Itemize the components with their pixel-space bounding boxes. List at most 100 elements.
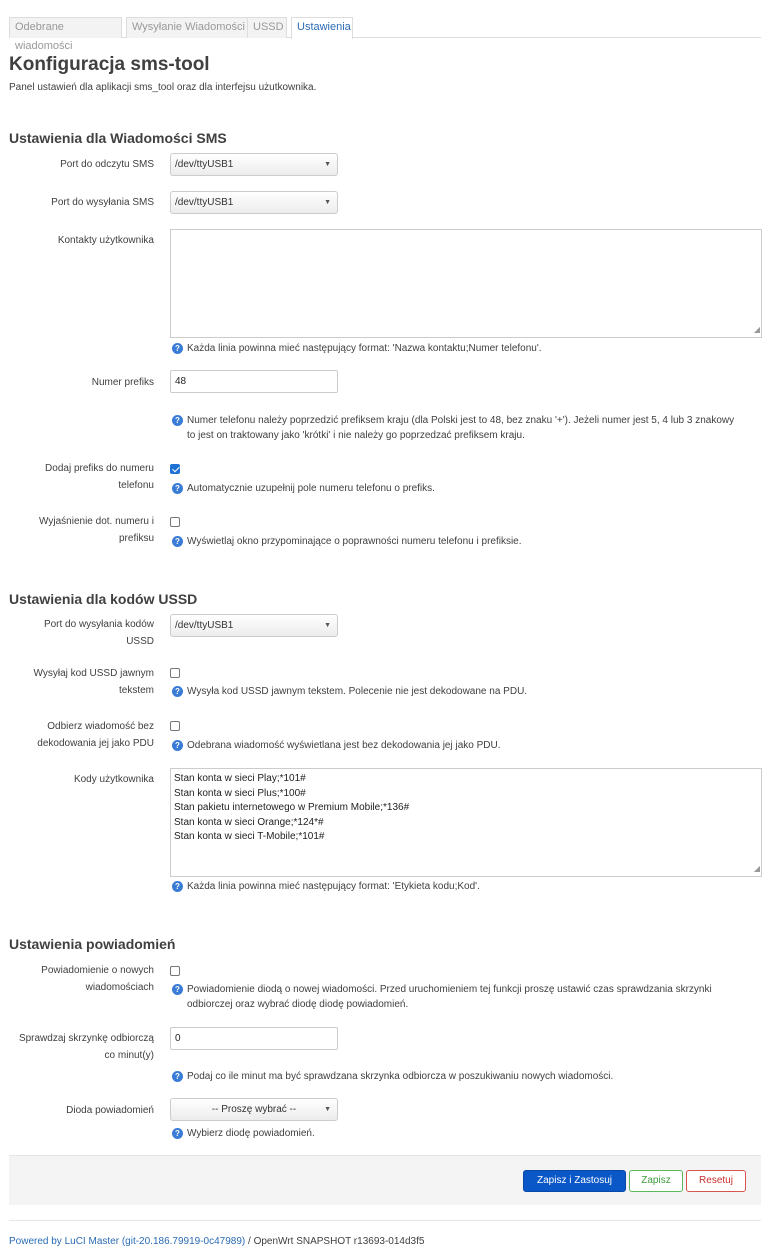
ussd-code-line: Stan pakietu internetowego w Premium Mob… xyxy=(174,802,410,813)
ussd-port-label-line2: USSD xyxy=(126,636,154,647)
ussd-plain-label-line2: tekstem xyxy=(118,685,154,696)
ussd-code-line: Stan konta w sieci Orange;*124*# xyxy=(174,816,324,828)
tab-settings[interactable]: Ustawienia xyxy=(291,17,353,39)
read-port-value: /dev/ttyUSB1 xyxy=(175,159,234,170)
ussd-codes-label: Kody użytkownika xyxy=(73,774,154,785)
tab-send-messages[interactable]: Wysyłanie Wiadomości xyxy=(126,17,253,38)
ussd-codes-help: ? Każda linia powinna mieć następujący f… xyxy=(172,879,480,894)
prefix-input[interactable]: 48 xyxy=(170,370,338,393)
ussd-plain-help-text: Wysyła kod USSD jawnym tekstem. Poleceni… xyxy=(187,686,528,697)
contacts-help: ? Każda linia powinna mieć następujący f… xyxy=(172,341,542,356)
ussd-codes-help-text: Każda linia powinna mieć następujący for… xyxy=(187,881,480,892)
ussd-nodecode-label-line1: Odbierz wiadomość bez xyxy=(47,721,154,732)
explain-help-text: Wyświetlaj okno przypominające o poprawn… xyxy=(187,536,522,547)
read-port-label: Port do odczytu SMS xyxy=(60,159,154,170)
explain-checkbox[interactable] xyxy=(170,517,180,527)
interval-help: ? Podaj co ile minut ma być sprawdzana s… xyxy=(172,1069,613,1084)
interval-help-text: Podaj co ile minut ma być sprawdzana skr… xyxy=(187,1071,614,1082)
help-icon: ? xyxy=(172,740,183,751)
action-bar: Zapisz i Zastosuj Zapisz Resetuj xyxy=(9,1155,761,1205)
send-port-value: /dev/ttyUSB1 xyxy=(175,197,234,208)
led-label: Dioda powiadomień xyxy=(66,1105,154,1116)
ussd-codes-textarea[interactable]: Stan konta w sieci Play;*101# Stan konta… xyxy=(170,768,762,877)
send-port-label: Port do wysyłania SMS xyxy=(51,197,154,208)
notify-new-label-line2: wiadomościach xyxy=(85,982,154,993)
led-help-text: Wybierz diodę powiadomień. xyxy=(187,1128,315,1139)
ussd-port-label-line1: Port do wysyłania kodów xyxy=(43,619,154,630)
luci-link[interactable]: Powered by LuCI Master (git-20.186.79919… xyxy=(9,1236,245,1247)
ussd-nodecode-help: ? Odebrana wiadomość wyświetlana jest be… xyxy=(172,738,501,753)
save-button[interactable]: Zapisz xyxy=(629,1170,683,1192)
ussd-port-label: Port do wysyłania kodów USSD xyxy=(9,616,154,650)
add-prefix-checkbox[interactable] xyxy=(170,464,180,474)
led-value: -- Proszę wybrać -- xyxy=(211,1104,297,1115)
help-icon: ? xyxy=(172,536,183,547)
ussd-plain-help: ? Wysyła kod USSD jawnym tekstem. Polece… xyxy=(172,684,527,699)
ussd-plain-label-line1: Wysyłaj kod USSD jawnym xyxy=(33,668,155,679)
footer-version: / OpenWrt SNAPSHOT r13693-014d3f5 xyxy=(245,1236,425,1247)
section-heading-notifications: Ustawienia powiadomień xyxy=(9,936,176,952)
ussd-nodecode-label-line2: dekodowania jej jako PDU xyxy=(37,738,154,749)
help-icon: ? xyxy=(172,1128,183,1139)
help-icon: ? xyxy=(172,343,183,354)
ussd-code-line: Stan konta w sieci Plus;*100# xyxy=(174,787,306,799)
help-icon: ? xyxy=(172,483,183,494)
chevron-down-icon: ▼ xyxy=(324,622,331,629)
resize-handle-icon[interactable]: ◢ xyxy=(754,862,760,877)
send-port-select[interactable]: /dev/ttyUSB1 ▼ xyxy=(170,191,338,214)
footer-divider xyxy=(9,1220,761,1221)
read-port-select[interactable]: /dev/ttyUSB1 ▼ xyxy=(170,153,338,176)
ussd-plain-label: Wysyłaj kod USSD jawnym tekstem xyxy=(9,665,155,699)
help-icon: ? xyxy=(172,984,183,995)
led-select[interactable]: -- Proszę wybrać -- ▼ xyxy=(170,1098,338,1121)
notify-new-label: Powiadomienie o nowych wiadomościach xyxy=(9,962,154,996)
ussd-nodecode-help-text: Odebrana wiadomość wyświetlana jest bez … xyxy=(187,740,501,751)
chevron-down-icon: ▼ xyxy=(324,199,331,206)
help-icon: ? xyxy=(172,881,183,892)
interval-label-line2: co minut(y) xyxy=(104,1050,154,1061)
prefix-help-line1: Numer telefonu należy poprzedzić prefiks… xyxy=(187,415,735,426)
interval-label-line1: Sprawdzaj skrzynkę odbiorczą xyxy=(18,1033,154,1044)
notify-new-checkbox[interactable] xyxy=(170,966,180,976)
interval-input[interactable]: 0 xyxy=(170,1027,338,1050)
interval-label: Sprawdzaj skrzynkę odbiorczą co minut(y) xyxy=(9,1030,154,1064)
contacts-label: Kontakty użytkownika xyxy=(57,235,154,246)
add-prefix-label: Dodaj prefiks do numeru telefonu xyxy=(9,460,154,494)
contacts-textarea[interactable]: ◢ xyxy=(170,229,762,338)
add-prefix-label-line2: telefonu xyxy=(118,480,154,491)
chevron-down-icon: ▼ xyxy=(324,1106,331,1113)
add-prefix-help-text: Automatycznie uzupełnij pole numeru tele… xyxy=(187,483,435,494)
notify-new-help-line1: Powiadomienie diodą o nowej wiadomości. … xyxy=(187,984,712,995)
chevron-down-icon: ▼ xyxy=(324,161,331,168)
explain-label-line2: prefiksu xyxy=(118,533,154,544)
ussd-plain-checkbox[interactable] xyxy=(170,668,180,678)
save-apply-button[interactable]: Zapisz i Zastosuj xyxy=(523,1170,626,1192)
help-icon: ? xyxy=(172,415,183,426)
notify-new-help-line2: odbiorczej oraz wybrać diodę diodę powia… xyxy=(187,999,409,1010)
section-heading-sms: Ustawienia dla Wiadomości SMS xyxy=(9,130,227,146)
ussd-nodecode-label: Odbierz wiadomość bez dekodowania jej ja… xyxy=(9,718,154,752)
ussd-port-value: /dev/ttyUSB1 xyxy=(175,620,234,631)
add-prefix-label-line1: Dodaj prefiks do numeru xyxy=(45,463,154,474)
footer: Powered by LuCI Master (git-20.186.79919… xyxy=(9,1236,424,1247)
tab-received-messages[interactable]: Odebrane wiadomości xyxy=(9,17,122,52)
prefix-help-line2: to jest on traktowany jako 'krótki' i ni… xyxy=(187,430,525,441)
ussd-code-line: Stan konta w sieci Play;*101# xyxy=(174,773,306,784)
section-heading-ussd: Ustawienia dla kodów USSD xyxy=(9,591,198,607)
ussd-port-select[interactable]: /dev/ttyUSB1 ▼ xyxy=(170,614,338,637)
notify-new-label-line1: Powiadomienie o nowych xyxy=(41,965,154,976)
page-subtitle: Panel ustawień dla aplikacji sms_tool or… xyxy=(9,82,317,93)
page-title: Konfiguracja sms-tool xyxy=(9,54,210,75)
contacts-help-text: Każda linia powinna mieć następujący for… xyxy=(187,343,542,354)
tab-bar: Odebrane wiadomości Wysyłanie Wiadomości… xyxy=(9,17,761,52)
explain-label: Wyjaśnienie dot. numeru i prefiksu xyxy=(9,513,154,547)
explain-help: ? Wyświetlaj okno przypominające o popra… xyxy=(172,534,522,549)
ussd-nodecode-checkbox[interactable] xyxy=(170,721,180,731)
prefix-label: Numer prefiks xyxy=(91,377,154,388)
ussd-code-line: Stan konta w sieci T-Mobile;*101# xyxy=(174,831,325,842)
resize-handle-icon[interactable]: ◢ xyxy=(754,323,760,338)
tab-ussd[interactable]: USSD xyxy=(247,17,287,38)
led-help: ? Wybierz diodę powiadomień. xyxy=(172,1126,315,1141)
reset-button[interactable]: Resetuj xyxy=(686,1170,746,1192)
notify-new-help: ? Powiadomienie diodą o nowej wiadomości… xyxy=(172,982,712,1012)
